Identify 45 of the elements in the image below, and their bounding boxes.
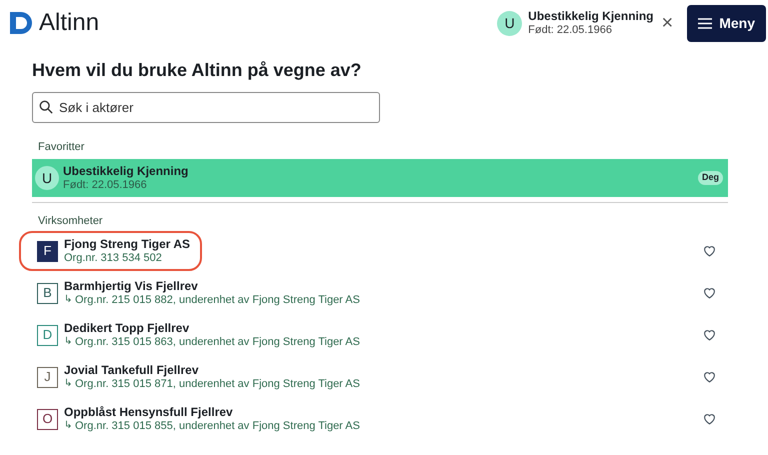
section-label: Virksomheter — [38, 214, 104, 228]
org-number: Org.nr. 315 015 871, underenhet av Fjong Streng Tiger AS — [75, 378, 360, 392]
heart-icon[interactable] — [703, 329, 716, 341]
heart-icon[interactable] — [703, 371, 716, 383]
company-name: Dedikert Topp Fjellrev — [64, 320, 190, 336]
close-button[interactable]: × — [662, 13, 674, 33]
org-number: Org.nr. 215 015 882, underenhet av Fjong Streng Tiger AS — [75, 294, 360, 308]
section-label: Favoritter — [38, 140, 86, 154]
user-birthdate: Født: 22.05.1966 — [528, 24, 613, 38]
heart-icon[interactable] — [703, 287, 716, 299]
actor-birthdate: Født: 22.05.1966 — [63, 178, 148, 192]
avatar: U — [35, 166, 59, 190]
search-field[interactable]: Søk i aktører — [32, 92, 380, 123]
actor-name: Ubestikkelig Kjenning — [63, 164, 190, 179]
subunit-arrow: ↳ — [64, 336, 72, 349]
org-number: Org.nr. 315 015 863, underenhet av Fjong Streng Tiger AS — [75, 336, 360, 350]
menu-button[interactable]: Meny — [687, 4, 766, 42]
company-entry[interactable]: B Barmhjertig Vis Fjellrev ↳ Org.nr. 215 015 882, underenhet av Fjong Streng Tiger AS — [19, 273, 372, 313]
heart-icon[interactable] — [703, 245, 716, 257]
subunit-arrow: ↳ — [64, 378, 72, 391]
company-name: Fjong Streng Tiger AS — [64, 236, 190, 252]
company-entry[interactable]: O Oppblåst Hensynsfull Fjellrev ↳ Org.nr. 315 015 855, underenhet av Fjong Streng Tiger AS — [19, 399, 372, 439]
menu-icon — [698, 18, 712, 28]
org-number: Org.nr. 313 534 502 — [64, 252, 162, 266]
company-avatar: J — [37, 366, 58, 388]
logo-icon — [10, 12, 33, 34]
company-name: Jovial Tankefull Fjellrev — [64, 362, 200, 378]
page-heading: Hvem vil du bruke Altinn på vegne av? — [32, 59, 362, 81]
search-icon — [39, 100, 53, 114]
logo-text: Altinn — [39, 8, 100, 38]
subunit-arrow: ↳ — [64, 420, 72, 433]
company-name: Barmhjertig Vis Fjellrev — [64, 278, 199, 294]
company-avatar: D — [37, 324, 58, 346]
company-entry[interactable]: J Jovial Tankefull Fjellrev ↳ Org.nr. 315 015 871, underenhet av Fjong Streng Tiger AS — [19, 357, 372, 397]
company-avatar: O — [37, 408, 58, 430]
company-entry[interactable]: F Fjong Streng Tiger AS Org.nr. 313 534 502 — [19, 231, 202, 271]
heart-icon[interactable] — [703, 413, 716, 425]
you-badge: Deg — [698, 171, 723, 185]
user-name: Ubestikkelig Kjenning — [528, 8, 654, 24]
subunit-arrow: ↳ — [64, 294, 72, 307]
company-name: Oppblåst Hensynsfull Fjellrev — [64, 404, 234, 420]
org-number: Org.nr. 315 015 855, underenhet av Fjong Streng Tiger AS — [75, 420, 360, 434]
user-avatar: U — [497, 10, 522, 36]
company-avatar: F — [37, 240, 58, 262]
company-avatar: B — [37, 282, 58, 304]
